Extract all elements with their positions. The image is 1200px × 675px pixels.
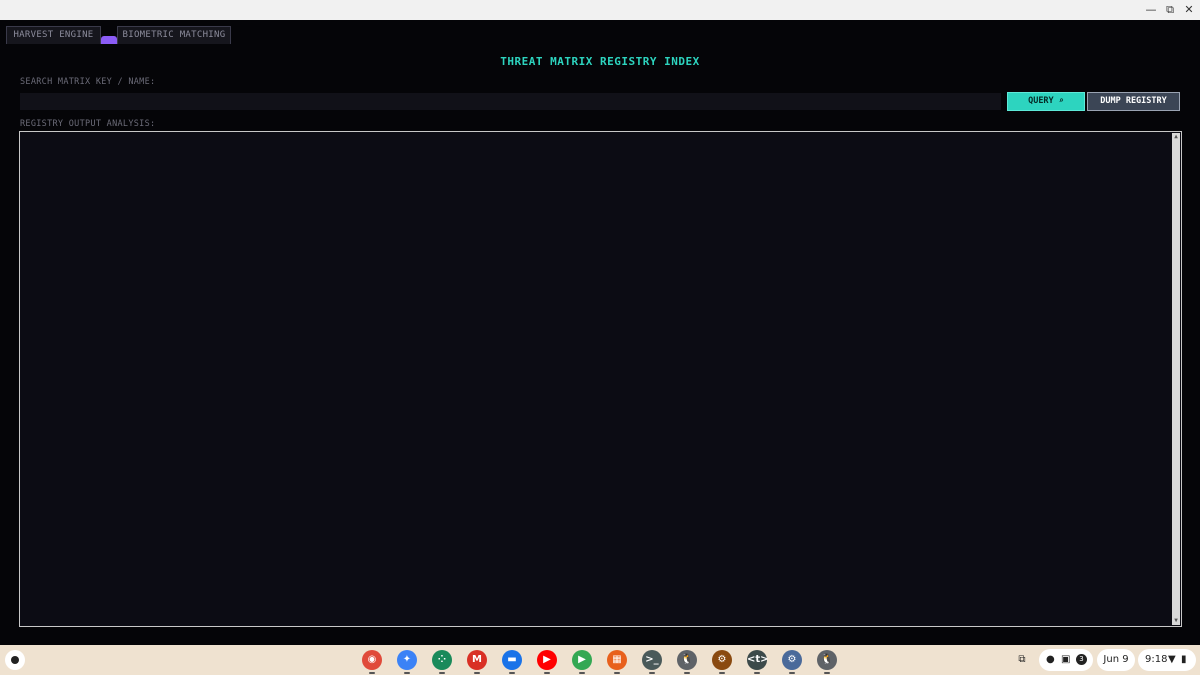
penguin-icon[interactable]: 🐧 (677, 650, 697, 670)
gemini-icon[interactable]: ✦ (397, 650, 417, 670)
date-pill[interactable]: Jun 9 (1097, 649, 1135, 671)
running-indicator (579, 672, 585, 674)
files-icon[interactable]: ▬ (502, 650, 522, 670)
wifi-icon: ▼ (1168, 654, 1176, 665)
registry-output-textarea[interactable]: ▲ ▼ (19, 131, 1182, 627)
search-input[interactable] (20, 93, 1001, 110)
clock-time: 9:18 (1145, 654, 1168, 665)
query-button[interactable]: QUERY ⌕ (1007, 92, 1085, 111)
running-indicator (684, 672, 690, 674)
chrome-icon[interactable]: ◉ (362, 650, 382, 670)
running-indicator (439, 672, 445, 674)
running-indicator (474, 672, 480, 674)
maximize-icon[interactable]: ⧉ (1161, 2, 1179, 18)
output-scrollbar[interactable]: ▲ ▼ (1172, 133, 1180, 625)
scroll-down-icon[interactable]: ▼ (1172, 617, 1180, 625)
penguin-2-icon[interactable]: 🐧 (817, 650, 837, 670)
overview-icon[interactable]: ⧉ (1012, 649, 1032, 671)
running-indicator (544, 672, 550, 674)
window-titlebar: — ⧉ ✕ (0, 0, 1200, 20)
running-indicator (614, 672, 620, 674)
settings-brown-icon[interactable]: ⚙ (712, 650, 732, 670)
active-tab-indicator (101, 36, 117, 44)
running-indicator (754, 672, 760, 674)
running-indicator (824, 672, 830, 674)
tab-biometric-matching[interactable]: BIOMETRIC MATCHING (117, 26, 231, 44)
scroll-up-icon[interactable]: ▲ (1172, 133, 1180, 141)
running-indicator (789, 672, 795, 674)
checker-app-icon[interactable]: ▦ (607, 650, 627, 670)
settings-icon[interactable]: ⚙ (782, 650, 802, 670)
status-tray[interactable]: ● ▣ 3 (1039, 649, 1093, 671)
app-window: HARVEST ENGINE BIOMETRIC MATCHING THREAT… (0, 20, 1200, 645)
running-indicator (369, 672, 375, 674)
running-indicator (509, 672, 515, 674)
launcher-icon[interactable] (5, 650, 25, 670)
tab-harvest-engine[interactable]: HARVEST ENGINE (6, 26, 101, 44)
running-indicator (404, 672, 410, 674)
gmail-icon[interactable]: M (467, 650, 487, 670)
battery-icon: ▮ (1181, 654, 1187, 665)
notification-count: 3 (1076, 654, 1087, 665)
youtube-icon[interactable]: ▶ (537, 650, 557, 670)
search-label: SEARCH MATRIX KEY / NAME: (20, 77, 156, 87)
minimize-icon[interactable]: — (1142, 2, 1160, 18)
running-indicator (649, 672, 655, 674)
dump-registry-button[interactable]: DUMP REGISTRY (1087, 92, 1180, 111)
os-shelf: ◉ ✦ ⁘ M ▬ ▶ ▶ ▦ >_ 🐧 ⚙ <t> ⚙ 🐧 ⧉ ● ▣ 3 Jun 9 9:18 ▼ ▮ (0, 645, 1200, 675)
time-tray[interactable]: 9:18 ▼ ▮ (1138, 649, 1196, 671)
page-title: THREAT MATRIX REGISTRY INDEX (500, 55, 700, 68)
record-icon: ● (1046, 654, 1055, 665)
terminal-icon[interactable]: >_ (642, 650, 662, 670)
clipboard-icon: ▣ (1061, 654, 1071, 665)
code-editor-icon[interactable]: <t> (747, 650, 769, 670)
close-icon[interactable]: ✕ (1180, 2, 1198, 18)
app-grid-icon[interactable]: ⁘ (432, 650, 452, 670)
running-indicator (719, 672, 725, 674)
play-store-icon[interactable]: ▶ (572, 650, 592, 670)
output-label: REGISTRY OUTPUT ANALYSIS: (20, 119, 156, 129)
